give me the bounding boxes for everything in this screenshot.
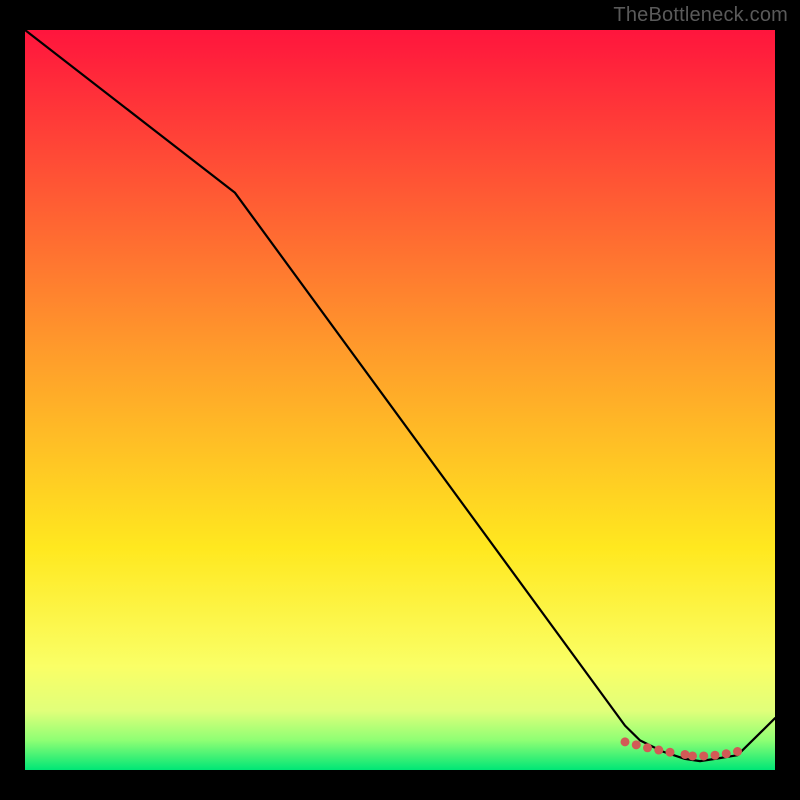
marker-dot bbox=[681, 750, 690, 759]
marker-dot bbox=[643, 743, 652, 752]
chart-svg bbox=[25, 30, 775, 770]
chart-container: TheBottleneck.com bbox=[0, 0, 800, 800]
marker-dot bbox=[654, 746, 663, 755]
chart-background bbox=[25, 30, 775, 770]
marker-dot bbox=[733, 747, 742, 756]
chart-plot-area bbox=[25, 30, 775, 770]
marker-dot bbox=[632, 740, 641, 749]
marker-dot bbox=[722, 749, 731, 758]
marker-dot bbox=[621, 737, 630, 746]
marker-dot bbox=[711, 751, 720, 760]
marker-dot bbox=[699, 751, 708, 760]
marker-dot bbox=[666, 748, 675, 757]
marker-dot bbox=[688, 751, 697, 760]
watermark-text: TheBottleneck.com bbox=[613, 4, 788, 27]
